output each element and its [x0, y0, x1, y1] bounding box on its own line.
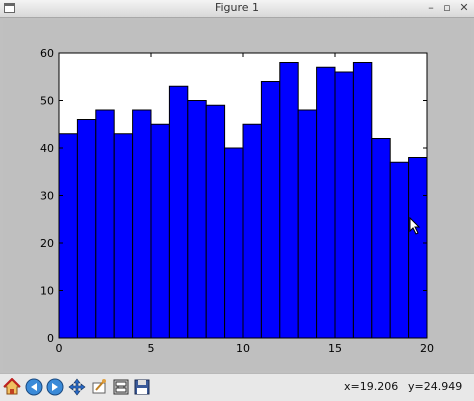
histogram-bar	[168, 85, 189, 339]
y-tick-label: 60	[40, 47, 54, 60]
histogram-bar	[187, 100, 207, 339]
histogram-bar	[113, 133, 134, 339]
window-title: Figure 1	[214, 1, 260, 14]
histogram-bar	[242, 123, 262, 339]
back-button[interactable]	[24, 377, 44, 397]
histogram-bar	[352, 62, 373, 339]
histogram-bar	[132, 109, 152, 339]
home-button[interactable]	[2, 377, 22, 397]
y-coordinate-readout: y=24.949	[408, 380, 463, 393]
back-arrow-icon	[25, 378, 43, 396]
y-tick-label: 0	[47, 332, 54, 345]
figure-canvas[interactable]: 0 5 10 15 20 0 10 20 30 40 50 60	[3, 20, 471, 371]
x-tick-label: 15	[328, 342, 342, 355]
x-tick-label: 5	[148, 342, 155, 355]
histogram-bar	[279, 62, 299, 339]
x-tick-label: 20	[420, 342, 434, 355]
x-coordinate-readout: x=19.206	[344, 380, 399, 393]
y-tick-label: 50	[40, 95, 54, 108]
save-button[interactable]	[132, 377, 152, 397]
histogram-bar	[260, 81, 281, 339]
maximize-button[interactable]: ▫	[440, 1, 454, 15]
histogram-bar	[389, 161, 410, 339]
histogram-bar	[58, 133, 78, 339]
histogram-bar	[334, 71, 354, 339]
forward-arrow-icon	[46, 378, 64, 396]
subplots-button[interactable]	[111, 377, 131, 397]
histogram-bar	[371, 138, 391, 339]
title-bar[interactable]: Figure 1 – ▫ ✕	[0, 0, 474, 18]
histogram-chart[interactable]: 0 5 10 15 20 0 10 20 30 40 50 60	[3, 20, 471, 371]
zoom-button[interactable]	[89, 377, 109, 397]
y-tick-label: 10	[40, 285, 54, 298]
close-button[interactable]: ✕	[457, 1, 471, 15]
histogram-bar	[224, 147, 244, 339]
zoom-rectangle-icon	[92, 379, 106, 394]
pan-move-icon	[68, 378, 86, 396]
minimize-button[interactable]: –	[424, 1, 438, 15]
save-floppy-icon	[134, 379, 150, 395]
pan-button[interactable]	[67, 377, 87, 397]
subplots-configure-icon	[113, 379, 129, 395]
histogram-bar	[76, 119, 97, 339]
home-icon	[3, 378, 21, 395]
y-tick-label: 30	[40, 190, 54, 203]
histogram-bar	[297, 109, 318, 339]
histogram-bar	[205, 104, 226, 339]
figure-window: Figure 1 – ▫ ✕ 0 5 10 15 20 0 10 20 30 40 50 60	[0, 0, 474, 401]
y-tick-label: 40	[40, 142, 54, 155]
x-tick-label: 10	[236, 342, 250, 355]
histogram-bar	[408, 157, 428, 339]
forward-button[interactable]	[45, 377, 65, 397]
navigation-toolbar: x=19.206 y=24.949	[0, 373, 474, 401]
histogram-bar	[150, 123, 170, 339]
histogram-bar	[316, 66, 336, 339]
y-tick-label: 20	[40, 237, 54, 250]
x-tick-label: 0	[56, 342, 63, 355]
histogram-bar	[95, 109, 115, 339]
mouse-cursor-icon	[409, 217, 421, 235]
